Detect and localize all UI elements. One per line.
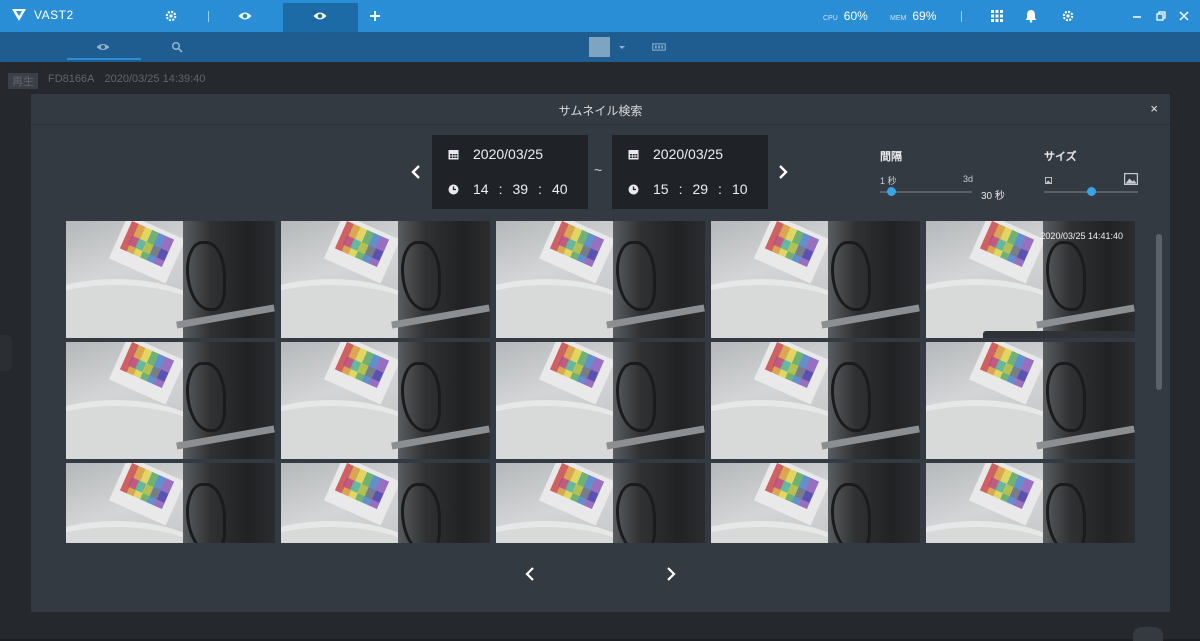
clock-icon: [628, 184, 639, 194]
top-bar: VAST2 CPU 60% MEM 69%: [0, 0, 1200, 32]
next-page-chevron-right-icon[interactable]: [664, 564, 678, 584]
minimize-icon[interactable]: [1131, 0, 1143, 32]
thumbnail-item[interactable]: [711, 221, 920, 338]
thumbnail-item[interactable]: [281, 463, 490, 543]
thumbnail-item[interactable]: [281, 342, 490, 459]
end-minute[interactable]: 29: [692, 181, 708, 197]
chevron-down-icon[interactable]: [617, 32, 627, 62]
size-label: サイズ: [1044, 151, 1077, 163]
start-time-row[interactable]: 14 : 39 : 40: [448, 181, 568, 197]
add-tab-plus-icon[interactable]: [368, 0, 382, 32]
thumbnail-grid: 2020/03/25 14:41:40: [66, 221, 1136, 543]
cpu-usage: CPU 60%: [823, 9, 868, 23]
search-icon[interactable]: [171, 32, 183, 62]
thumbnail-timestamp: 2020/03/25 14:41:40: [1040, 231, 1123, 241]
thumbnail-item[interactable]: [281, 221, 490, 338]
calendar-icon: [448, 149, 459, 159]
size-slider-handle[interactable]: [1087, 187, 1096, 196]
memory-usage: MEM 69%: [890, 9, 936, 23]
thumbnail-item[interactable]: [66, 463, 275, 543]
dialog-title: サムネイル検索: [558, 104, 643, 118]
film-strip-icon[interactable]: [650, 32, 668, 62]
thumbnail-item[interactable]: [66, 342, 275, 459]
end-datetime-picker[interactable]: 2020/03/25 15 : 29 : 10: [612, 135, 768, 209]
start-second[interactable]: 40: [552, 181, 568, 197]
dialog-header: サムネイル検索 ×: [31, 94, 1170, 125]
time-separator: :: [538, 181, 542, 197]
end-date: 2020/03/25: [653, 146, 724, 162]
layout-selector[interactable]: [589, 37, 610, 57]
app-logo[interactable]: VAST2: [12, 8, 74, 22]
app-name: VAST2: [34, 8, 74, 22]
toolbar-divider: [208, 11, 209, 22]
thumbnail-item[interactable]: [711, 463, 920, 543]
interval-slider-handle[interactable]: [887, 187, 897, 196]
interval-label: 間隔: [880, 151, 902, 163]
thumbnail-item[interactable]: 2020/03/25 14:41:40: [926, 221, 1135, 338]
close-window-icon[interactable]: [1178, 0, 1190, 32]
thumbnail-item[interactable]: [496, 342, 705, 459]
thumbnail-item[interactable]: [496, 463, 705, 543]
large-image-icon: [1124, 173, 1138, 185]
interval-max-label: 3d: [963, 174, 974, 184]
thumbnail-item[interactable]: [711, 342, 920, 459]
interval-min-label: 1 秒: [880, 176, 897, 186]
toolbar-divider: [961, 11, 962, 22]
system-settings-gear-icon[interactable]: [1060, 0, 1076, 32]
dialog-close-button[interactable]: ×: [1150, 101, 1158, 116]
thumbnail-item[interactable]: [926, 342, 1135, 459]
start-datetime-picker[interactable]: 2020/03/25 14 : 39 : 40: [432, 135, 588, 209]
thumbnail-search-dialog: サムネイル検索 × 2020/03/25 14 : 39 : 40 ~ 2020…: [31, 94, 1170, 612]
mem-value: 69%: [912, 9, 937, 23]
interval-value: 30 秒: [981, 191, 1005, 202]
playback-eye-icon[interactable]: [312, 0, 328, 32]
previous-page-chevron-left-icon[interactable]: [523, 564, 537, 584]
mem-label: MEM: [890, 15, 907, 22]
notifications-bell-icon[interactable]: [1024, 0, 1038, 32]
time-separator: :: [498, 181, 503, 197]
thumbnail-scrollbar[interactable]: [1156, 234, 1162, 390]
active-subtab-indicator: [67, 58, 141, 60]
cpu-label: CPU: [823, 15, 838, 22]
range-separator: ~: [594, 162, 603, 178]
side-panel-handle[interactable]: [0, 335, 12, 371]
playback-label: 再生: [8, 73, 38, 89]
next-range-chevron-right-icon[interactable]: [776, 162, 790, 182]
time-separator: :: [678, 181, 683, 197]
vivotek-logo-icon: [12, 9, 26, 21]
end-date-row[interactable]: 2020/03/25: [628, 146, 723, 162]
start-date: 2020/03/25: [473, 146, 544, 162]
thumbnail-item[interactable]: [66, 221, 275, 338]
small-image-icon: [1044, 176, 1052, 184]
start-hour[interactable]: 14: [473, 181, 489, 197]
camera-timestamp: 2020/03/25 14:39:40: [104, 73, 206, 85]
apps-grid-icon[interactable]: [990, 0, 1004, 32]
settings-gear-icon[interactable]: [163, 0, 179, 32]
previous-range-chevron-left-icon[interactable]: [409, 162, 423, 182]
restore-window-icon[interactable]: [1155, 0, 1167, 32]
end-hour[interactable]: 15: [653, 181, 669, 197]
start-date-row[interactable]: 2020/03/25: [448, 146, 543, 162]
time-separator: :: [718, 181, 722, 197]
calendar-icon: [628, 149, 639, 159]
camera-name: FD8166A: [48, 73, 95, 85]
liveview-eye-icon[interactable]: [237, 0, 253, 32]
end-time-row[interactable]: 15 : 29 : 10: [628, 181, 748, 197]
thumbnail-item[interactable]: [926, 463, 1135, 543]
start-minute[interactable]: 39: [512, 181, 528, 197]
thumbnail-item[interactable]: [496, 221, 705, 338]
thumbnail-hover-tooltip: [983, 331, 1135, 338]
cpu-value: 60%: [843, 9, 868, 23]
clock-icon: [448, 184, 459, 194]
camera-info-bar: 再生 FD8166A 2020/03/25 14:39:40: [8, 73, 205, 89]
end-second[interactable]: 10: [732, 181, 748, 197]
